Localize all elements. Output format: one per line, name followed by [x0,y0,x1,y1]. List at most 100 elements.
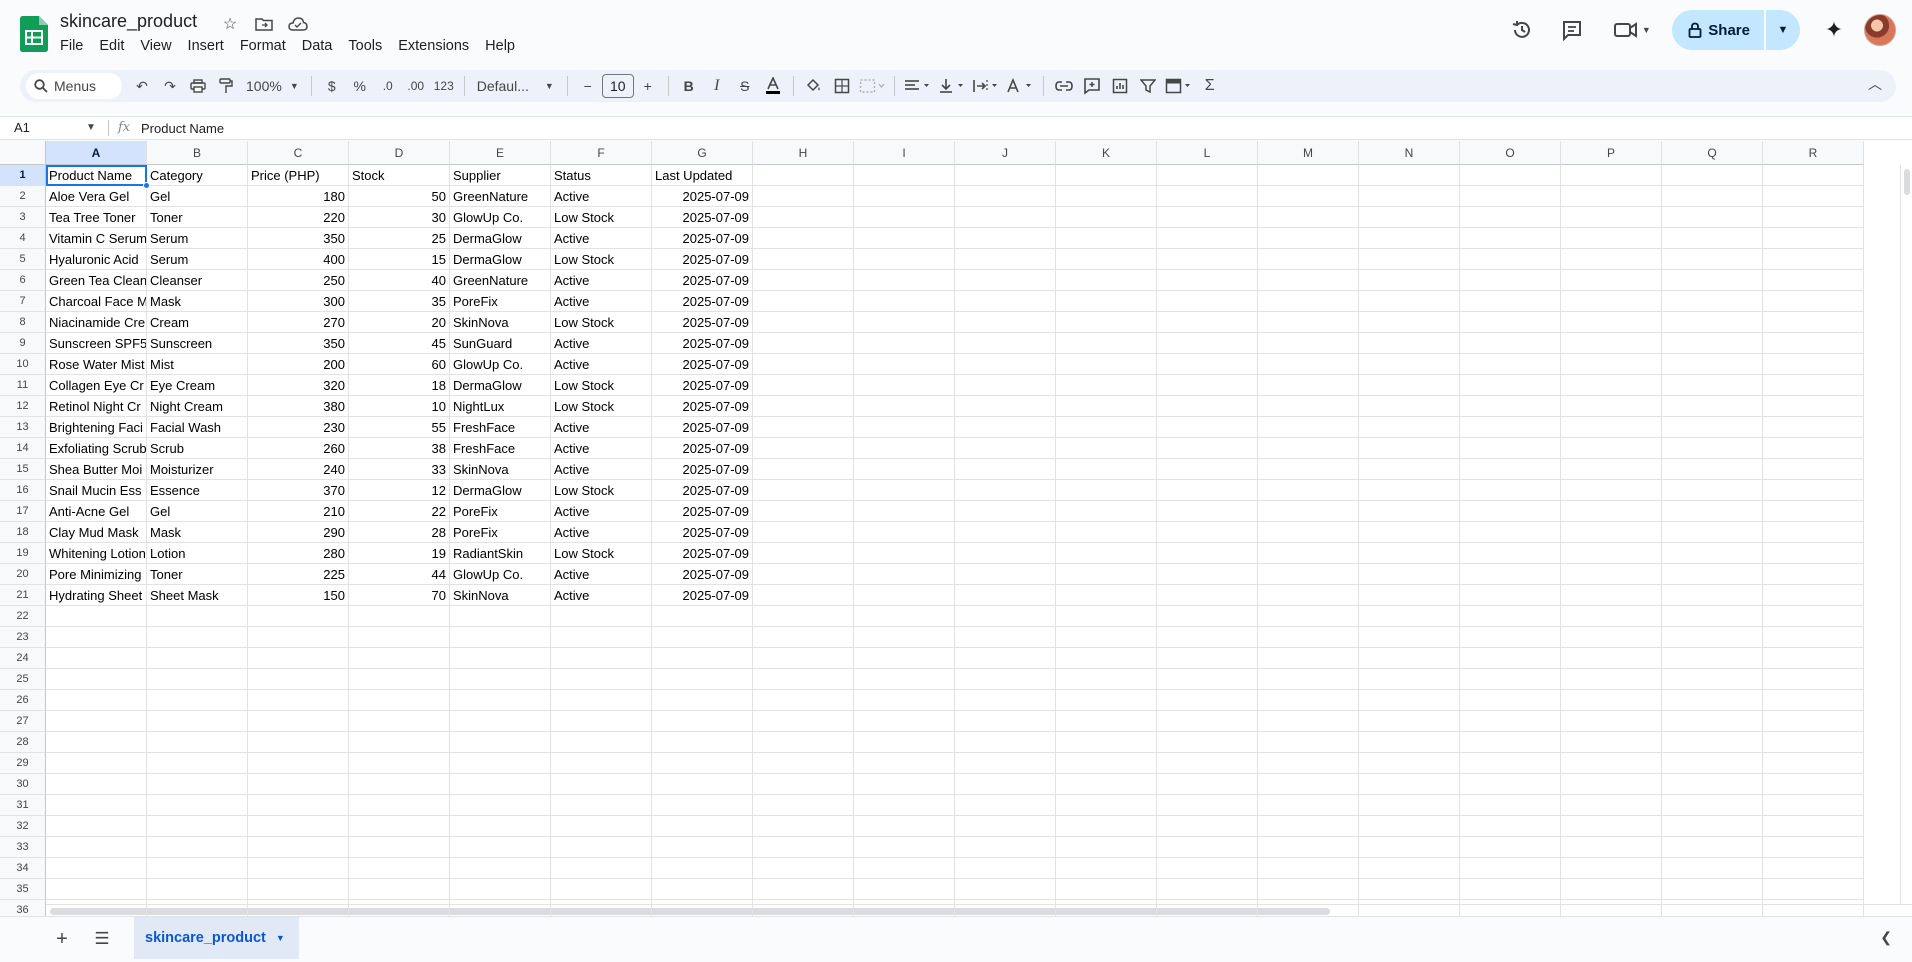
table-cell[interactable]: 2025-07-09 [652,564,753,585]
column-header[interactable]: E [450,141,551,165]
table-cell[interactable]: SkinNova [450,312,551,333]
table-cell[interactable] [1561,459,1662,480]
table-cell[interactable] [854,375,955,396]
table-cell[interactable] [1763,795,1864,816]
table-cell[interactable] [1258,858,1359,879]
row-header[interactable]: 28 [0,732,46,753]
table-cell[interactable] [1157,606,1258,627]
table-cell[interactable] [1662,522,1763,543]
table-cell[interactable]: 2025-07-09 [652,291,753,312]
table-cell[interactable] [1763,669,1864,690]
table-cell[interactable]: 28 [349,522,450,543]
table-cell[interactable]: 150 [248,585,349,606]
table-cell[interactable] [1359,879,1460,900]
table-cell[interactable] [1056,690,1157,711]
row-header[interactable]: 15 [0,459,46,480]
table-cell[interactable] [955,333,1056,354]
table-cell[interactable] [753,270,854,291]
table-cell[interactable] [1056,375,1157,396]
table-cell[interactable] [1561,606,1662,627]
table-cell[interactable] [1763,207,1864,228]
bold-icon[interactable]: B [675,72,703,100]
table-cell[interactable]: 44 [349,564,450,585]
table-cell[interactable] [1359,270,1460,291]
row-header[interactable]: 33 [0,837,46,858]
row-header[interactable]: 34 [0,858,46,879]
table-cell[interactable] [1157,207,1258,228]
table-cell[interactable] [753,858,854,879]
table-cell[interactable] [1662,858,1763,879]
table-cell[interactable] [1460,795,1561,816]
table-cell[interactable]: 2025-07-09 [652,417,753,438]
paint-format-icon[interactable] [212,72,240,100]
table-cell[interactable] [753,165,854,186]
table-cell[interactable] [1258,459,1359,480]
table-cell[interactable] [1662,417,1763,438]
table-cell[interactable] [1662,312,1763,333]
table-cell[interactable] [1258,249,1359,270]
table-cell[interactable] [248,900,349,916]
table-cell[interactable] [1157,564,1258,585]
version-history-icon[interactable] [1502,10,1542,50]
table-cell[interactable] [1157,837,1258,858]
vertical-scroll-thumb[interactable] [1904,169,1910,195]
table-cell[interactable]: 2025-07-09 [652,186,753,207]
table-cell[interactable] [1561,522,1662,543]
column-header[interactable]: F [551,141,652,165]
table-cell[interactable] [1561,816,1662,837]
table-cell[interactable] [955,543,1056,564]
table-cell[interactable]: Moisturizer [147,459,248,480]
table-cell[interactable] [1258,165,1359,186]
table-cell[interactable] [1662,837,1763,858]
table-cell[interactable] [1460,270,1561,291]
table-cell[interactable] [1561,375,1662,396]
table-cell[interactable] [1662,249,1763,270]
table-cell[interactable] [1561,732,1662,753]
strikethrough-icon[interactable]: S [731,72,759,100]
table-cell[interactable] [1460,606,1561,627]
table-cell[interactable] [349,753,450,774]
table-cell[interactable]: 2025-07-09 [652,585,753,606]
table-cell[interactable] [854,711,955,732]
table-cell[interactable] [652,900,753,916]
table-cell[interactable] [349,732,450,753]
table-cell[interactable]: Low Stock [551,312,652,333]
search-menus-button[interactable]: Menus [26,73,122,99]
table-cell[interactable] [652,774,753,795]
table-cell[interactable] [753,291,854,312]
table-cell[interactable] [1258,522,1359,543]
table-cell[interactable] [1258,690,1359,711]
table-cell[interactable] [1157,585,1258,606]
row-header[interactable]: 36 [0,900,46,916]
filter-icon[interactable] [1134,72,1162,100]
row-header[interactable]: 35 [0,879,46,900]
table-cell[interactable] [1258,648,1359,669]
table-cell[interactable] [753,837,854,858]
table-cell[interactable] [1157,774,1258,795]
table-cell[interactable] [1258,417,1359,438]
table-cell[interactable]: Active [551,522,652,543]
table-cell[interactable] [1460,522,1561,543]
table-cell[interactable] [1662,375,1763,396]
table-cell[interactable] [1359,291,1460,312]
table-cell[interactable] [551,753,652,774]
currency-format-button[interactable]: $ [318,72,346,100]
table-cell[interactable] [1460,354,1561,375]
row-header[interactable]: 19 [0,543,46,564]
table-cell[interactable] [955,186,1056,207]
table-cell[interactable]: DermaGlow [450,228,551,249]
table-cell[interactable] [46,858,147,879]
table-cell[interactable] [955,627,1056,648]
text-rotation-icon[interactable] [1003,72,1037,100]
table-cell[interactable] [551,648,652,669]
table-cell[interactable] [854,879,955,900]
table-cell[interactable]: Active [551,438,652,459]
share-dropdown-button[interactable]: ▼ [1766,10,1800,50]
table-cell[interactable] [1056,522,1157,543]
table-cell[interactable] [551,774,652,795]
table-cell[interactable] [753,522,854,543]
table-cell[interactable] [652,879,753,900]
table-cell[interactable] [1662,795,1763,816]
table-cell[interactable] [1056,333,1157,354]
table-cell[interactable]: Shea Butter Moi [46,459,147,480]
